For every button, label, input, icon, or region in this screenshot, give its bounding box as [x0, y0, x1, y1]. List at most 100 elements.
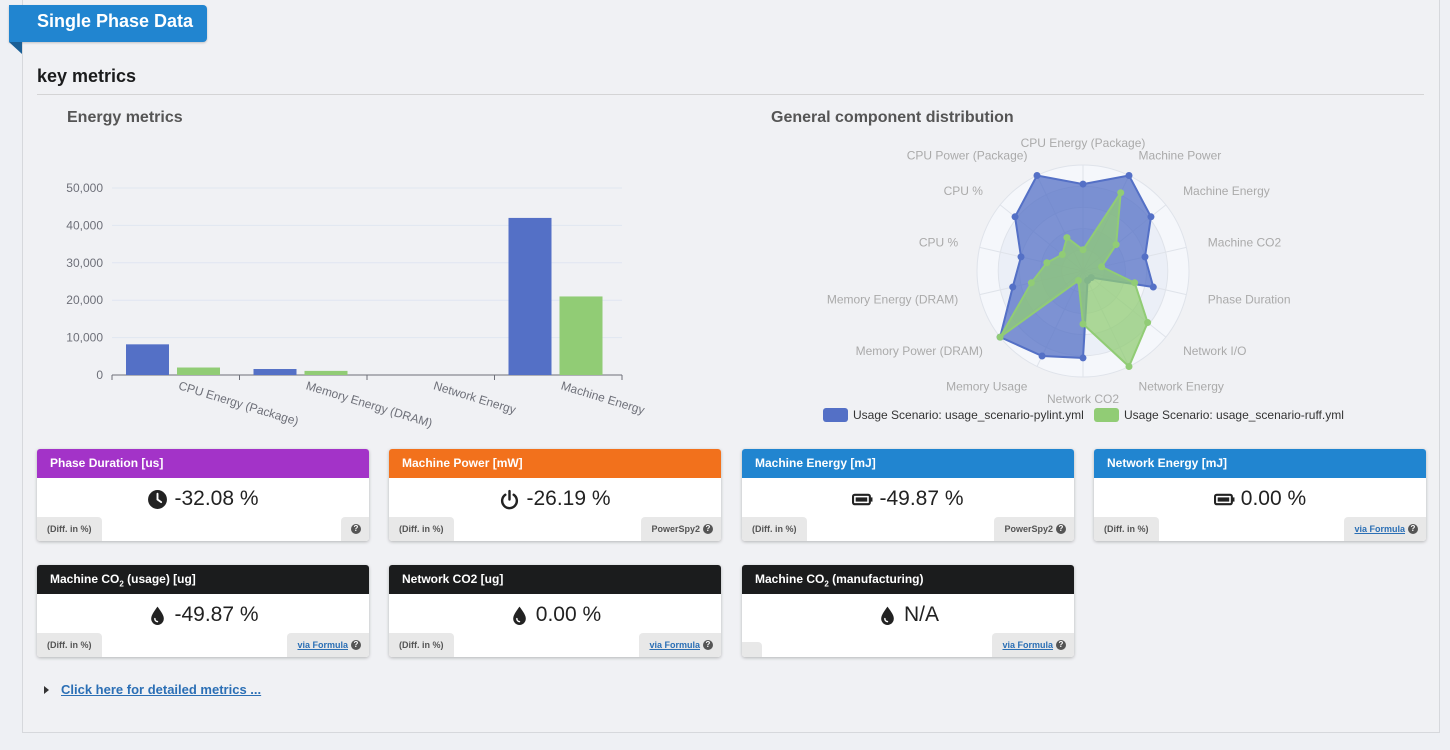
metric-card-title-rest: (manufacturing)	[828, 572, 924, 586]
formula-link[interactable]: via Formula	[1002, 640, 1053, 650]
help-icon[interactable]: ?	[703, 640, 713, 650]
x-tick-label: Memory Energy (DRAM)	[304, 378, 434, 430]
radar-indicator-label: Memory Power (DRAM)	[856, 344, 983, 358]
radar-indicator-label: Network I/O	[1183, 344, 1246, 358]
bar	[253, 369, 297, 375]
bar	[508, 217, 552, 375]
metric-card: Phase Duration [us] -32.08 % (Diff. in %)?	[37, 449, 369, 541]
source-label[interactable]: via Formula?	[287, 633, 369, 657]
battery-icon	[852, 493, 873, 505]
radar-point	[1149, 283, 1157, 291]
help-icon[interactable]: ?	[351, 524, 361, 534]
radar-chart-title: General component distribution	[771, 109, 1014, 126]
source-label[interactable]: ?	[341, 517, 369, 541]
radar-indicator-label: Network CO2	[1047, 392, 1119, 406]
radar-indicator-label: Machine CO2	[1208, 236, 1282, 250]
metric-value-text: 0.00 %	[535, 603, 602, 626]
source-label[interactable]: via Formula?	[1344, 517, 1426, 541]
details-link[interactable]: Click here for detailed metrics ...	[61, 682, 261, 697]
formula-link[interactable]: via Formula	[297, 640, 348, 650]
diff-label	[742, 642, 762, 657]
power-icon	[501, 489, 519, 509]
radar-point	[1063, 234, 1071, 242]
metric-card: Machine CO2 (usage) [ug] -49.87 % (Diff. i…	[37, 565, 369, 657]
radar-point	[1011, 213, 1019, 221]
diff-label: (Diff. in %)	[742, 517, 807, 541]
diff-label: (Diff. in %)	[1094, 517, 1159, 541]
y-tick-label: 10,000	[66, 331, 103, 345]
metric-value-text: -49.87 %	[174, 603, 259, 626]
radar-indicator-label: Machine Power	[1139, 149, 1222, 163]
metric-value-text: 0.00 %	[1240, 487, 1307, 510]
y-tick-label: 50,000	[66, 181, 103, 195]
energy-bar-chart: 0 10,000 20,000 30,000 40,000 50,000 CPU Energ…	[66, 181, 646, 430]
help-icon[interactable]: ?	[1056, 640, 1066, 650]
radar-point	[1079, 246, 1087, 254]
bar-chart-title: Energy metrics	[67, 109, 183, 126]
legend-swatch	[823, 408, 848, 422]
metric-value: -49.87 %	[37, 603, 369, 627]
metric-card-title-text: Machine CO	[755, 572, 825, 586]
y-tick-label: 30,000	[66, 256, 103, 270]
metric-card-title-text: Machine Power [mW]	[402, 456, 523, 470]
metric-card-title: Machine CO2 (manufacturing)	[742, 565, 1074, 594]
metric-card-title: Machine CO2 (usage) [ug]	[37, 565, 369, 594]
help-icon[interactable]: ?	[703, 524, 713, 534]
radar-point	[1033, 171, 1041, 179]
metric-value: -49.87 %	[742, 487, 1074, 511]
radar-point	[996, 333, 1004, 341]
radar-point	[1125, 171, 1133, 179]
drop-icon	[151, 606, 165, 625]
diff-label: (Diff. in %)	[37, 517, 102, 541]
component-radar-chart: CPU Energy (Package)Machine Power Machine…	[823, 136, 1344, 422]
radar-indicator-label: Memory Usage	[946, 379, 1028, 393]
radar-indicator-label: Phase Duration	[1208, 292, 1291, 306]
source-label[interactable]: via Formula?	[992, 633, 1074, 657]
metric-card-title: Machine Energy [mJ]	[742, 449, 1074, 478]
drop-icon	[512, 606, 526, 625]
radar-point	[1027, 279, 1035, 287]
radar-indicator-label: Network Energy	[1139, 379, 1224, 393]
legend-label: Usage Scenario: usage_scenario-pylint.ym…	[853, 408, 1084, 422]
radar-point	[1117, 189, 1125, 197]
formula-link[interactable]: via Formula	[649, 640, 700, 650]
y-tick-label: 0	[96, 368, 103, 382]
source-label[interactable]: via Formula?	[639, 633, 721, 657]
source-label[interactable]: PowerSpy2?	[641, 517, 721, 541]
metric-card-title: Network Energy [mJ]	[1094, 449, 1426, 478]
details-toggle[interactable]: Click here for detailed metrics ...	[44, 682, 261, 697]
help-icon[interactable]: ?	[1056, 524, 1066, 534]
clock-icon	[148, 489, 168, 509]
metric-card-title: Network CO2 [ug]	[389, 565, 721, 594]
section-divider	[37, 94, 1424, 95]
metric-value: 0.00 %	[1094, 487, 1426, 511]
formula-link[interactable]: via Formula	[1354, 524, 1405, 534]
radar-point	[1017, 253, 1025, 261]
radar-point	[1079, 354, 1087, 362]
metric-value-text: -26.19 %	[526, 487, 611, 510]
diff-label: (Diff. in %)	[37, 633, 102, 657]
radar-point	[1147, 213, 1155, 221]
bar	[126, 344, 169, 375]
source-label[interactable]: PowerSpy2?	[994, 517, 1074, 541]
x-tick-label: Network Energy	[432, 378, 518, 416]
metric-value: 0.00 %	[389, 603, 721, 627]
metric-card: Network Energy [mJ] 0.00 % (Diff. in %) via…	[1094, 449, 1426, 541]
radar-point	[1009, 283, 1017, 291]
metric-card: Network CO2 [ug] 0.00 % (Diff. in %) via Fo…	[389, 565, 721, 657]
radar-indicator-label: CPU %	[944, 184, 984, 198]
radar-indicator-label: Machine Energy	[1183, 184, 1270, 198]
metric-card-title-text: Network Energy [mJ]	[1107, 456, 1228, 470]
phase-ribbon-title: Single Phase Data	[9, 5, 208, 42]
metric-value-text: -32.08 %	[174, 487, 259, 510]
section-title: key metrics	[37, 66, 137, 86]
radar-point	[1058, 250, 1066, 258]
ribbon-fold	[9, 42, 22, 54]
help-icon[interactable]: ?	[1408, 524, 1418, 534]
radar-indicator-label: CPU Energy (Package)	[1021, 136, 1146, 150]
battery-icon	[1213, 493, 1235, 505]
radar-point	[1098, 263, 1106, 271]
radar-indicator-label: CPU Power (Package)	[907, 149, 1028, 163]
help-icon[interactable]: ?	[351, 640, 361, 650]
x-tick-label: Machine Energy	[559, 378, 646, 417]
